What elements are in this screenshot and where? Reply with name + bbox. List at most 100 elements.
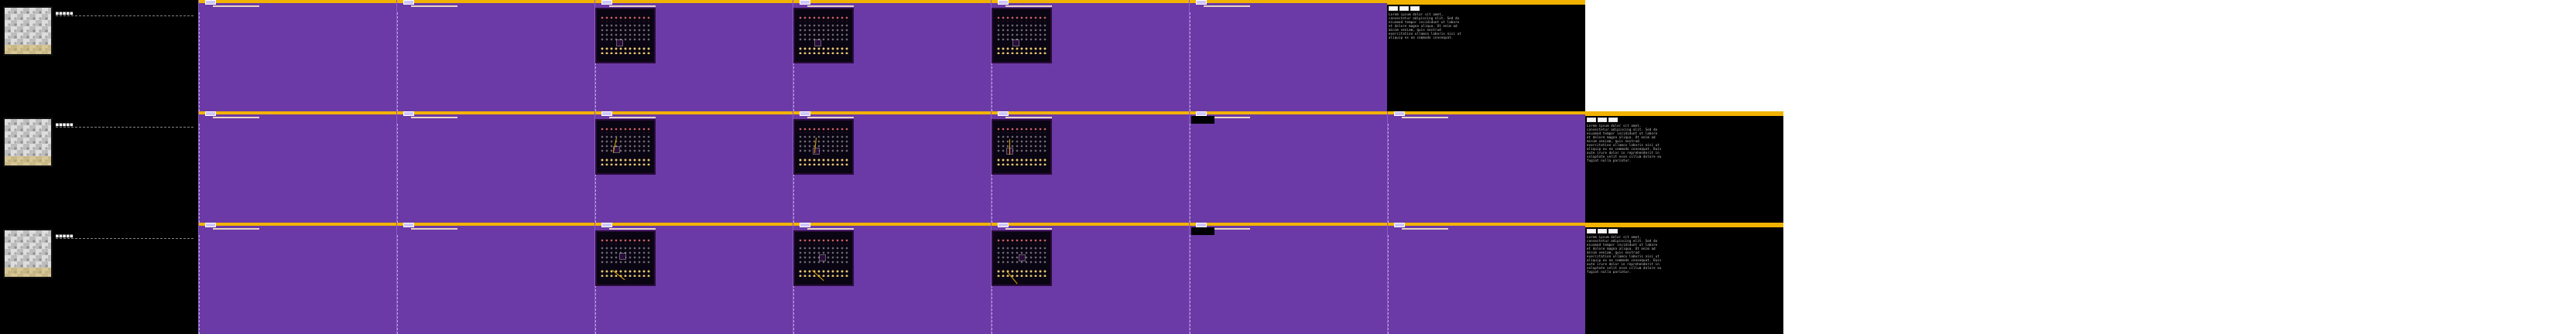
mini-bottom-pieces: [996, 269, 1047, 277]
panel-tab-chip[interactable]: [800, 111, 810, 116]
board-panel: ■■■■■: [0, 0, 198, 111]
panel-tab-chip[interactable]: [601, 223, 612, 227]
info-tabs: [1587, 118, 1618, 122]
panel-tab-chip[interactable]: [998, 111, 1009, 116]
purple-panel-3: [594, 111, 793, 223]
panel-divider: [397, 235, 399, 334]
info-panel-title-bar: [1585, 223, 1783, 227]
board-highlight-strip: [5, 45, 51, 54]
mini-top-pieces: [798, 238, 849, 244]
panel-tab-chip[interactable]: [1394, 223, 1405, 227]
info-tab[interactable]: [1399, 6, 1409, 11]
panel-tab-chip[interactable]: [998, 223, 1009, 227]
info-tab[interactable]: [1587, 118, 1596, 122]
mini-top-pieces: [798, 127, 849, 133]
info-panel-title-bar: [1585, 111, 1783, 116]
info-text: Lorem ipsum dolor sit amet, consectetur …: [1587, 124, 1664, 162]
panel-tab-chip[interactable]: [601, 0, 612, 5]
info-tab[interactable]: [1587, 229, 1596, 233]
mini-board-dots: [996, 135, 1047, 153]
panel-tab-chip[interactable]: [205, 0, 216, 5]
info-tab[interactable]: [1608, 229, 1618, 233]
chess-board[interactable]: [3, 118, 53, 167]
info-tab[interactable]: [1410, 6, 1420, 11]
info-tab[interactable]: [1389, 6, 1398, 11]
mini-game-window[interactable]: [992, 8, 1052, 63]
mini-game-window[interactable]: [793, 230, 854, 286]
board-separator-line: [56, 127, 194, 128]
panel-thin-line: [411, 117, 457, 118]
panel-tab-chip[interactable]: [601, 111, 612, 116]
panel-tab-chip[interactable]: [205, 111, 216, 116]
panel-tab-chip[interactable]: [800, 223, 810, 227]
mini-selected-square: [1012, 39, 1019, 46]
panel-topbar: [397, 111, 594, 114]
chess-board[interactable]: [3, 229, 53, 278]
mini-game-window[interactable]: [793, 119, 854, 175]
panel-topbar: [1190, 0, 1387, 3]
board-highlight-strip: [5, 156, 51, 165]
panel-thin-line: [807, 5, 854, 7]
panel-tab-chip[interactable]: [1196, 0, 1207, 5]
panel-tab-chip[interactable]: [205, 223, 216, 227]
info-tab[interactable]: [1598, 229, 1607, 233]
panel-topbar: [793, 0, 991, 3]
info-text: Lorem ipsum dolor sit amet, consectetur …: [1587, 235, 1664, 274]
panel-thin-line: [1005, 5, 1052, 7]
mini-selected-square: [1019, 254, 1026, 261]
mini-board-dots: [996, 23, 1047, 42]
mini-bottom-pieces: [600, 269, 651, 277]
info-tabs: [1389, 6, 1420, 11]
info-tab[interactable]: [1598, 118, 1607, 122]
purple-panel-5: [991, 111, 1189, 223]
mini-game-window[interactable]: [793, 8, 854, 63]
panel-topbar: [1190, 111, 1387, 114]
panel-divider: [199, 12, 200, 111]
panel-topbar: [1190, 223, 1387, 226]
info-tabs: [1587, 229, 1618, 233]
panel-topbar: [595, 223, 793, 226]
mini-bottom-pieces: [996, 46, 1047, 54]
panel-tab-chip[interactable]: [403, 111, 414, 116]
chess-board[interactable]: [3, 6, 53, 56]
purple-panel-1: [198, 111, 396, 223]
board-separator-line: [56, 238, 194, 239]
panel-tab-chip[interactable]: [1394, 111, 1405, 116]
panel-topbar: [199, 223, 396, 226]
mini-top-pieces: [798, 15, 849, 22]
mini-board-dots: [798, 23, 849, 42]
purple-panel-6: [1189, 0, 1387, 111]
panel-tab-chip[interactable]: [403, 223, 414, 227]
panel-topbar: [397, 0, 594, 3]
purple-panel-2: [396, 223, 594, 334]
panel-thin-line: [1204, 5, 1250, 7]
panel-tab-chip[interactable]: [800, 0, 810, 5]
mini-top-pieces: [600, 15, 651, 22]
info-tab[interactable]: [1608, 118, 1618, 122]
mini-bottom-pieces: [600, 46, 651, 54]
board-panel: ■■■■■: [0, 223, 198, 334]
panel-thin-line: [807, 228, 854, 230]
panel-divider: [199, 235, 200, 334]
mini-game-window[interactable]: [595, 230, 656, 286]
mini-game-window[interactable]: [595, 119, 656, 175]
purple-panel-4: [793, 0, 991, 111]
panel-thin-line: [411, 5, 457, 7]
board-separator-line: [56, 15, 194, 16]
info-panel: Lorem ipsum dolor sit amet, consectetur …: [1585, 111, 1783, 223]
panel-topbar: [992, 111, 1189, 114]
panel-topbar: [397, 223, 594, 226]
panel-thin-line: [1005, 228, 1052, 230]
mini-game-window[interactable]: [992, 230, 1052, 286]
purple-panel-4: [793, 223, 991, 334]
mini-game-window[interactable]: [595, 8, 656, 63]
mini-game-window[interactable]: [992, 119, 1052, 175]
mini-board-dots: [600, 135, 651, 153]
panel-divider: [1388, 124, 1389, 223]
panel-thin-line: [807, 117, 854, 118]
panel-topbar: [199, 111, 396, 114]
mini-selected-square: [819, 254, 826, 261]
panel-topbar: [1388, 223, 1585, 226]
panel-tab-chip[interactable]: [998, 0, 1009, 5]
panel-tab-chip[interactable]: [403, 0, 414, 5]
